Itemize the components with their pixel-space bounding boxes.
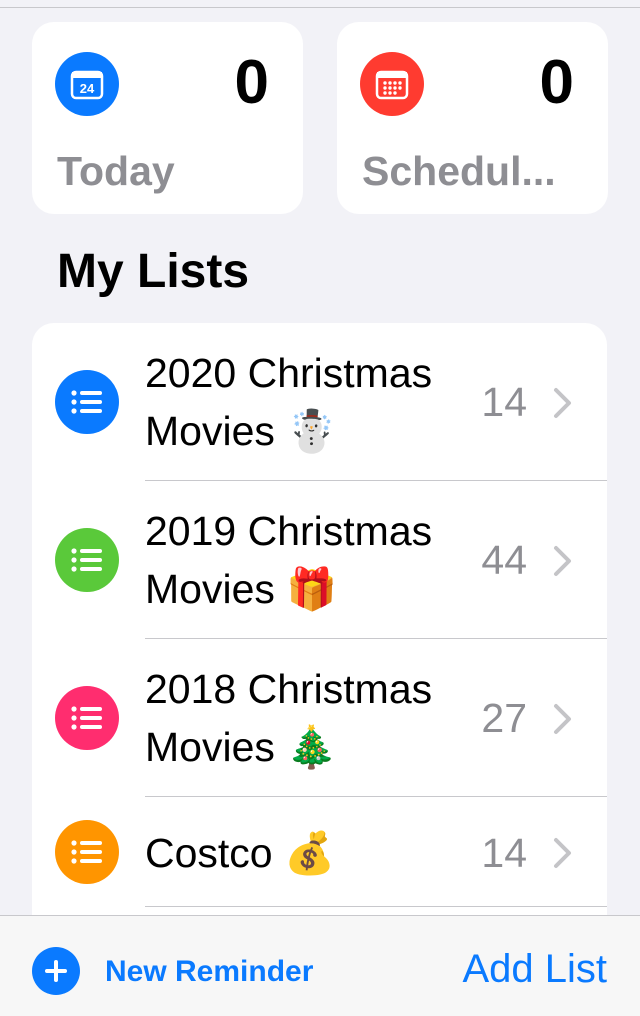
calendar-day-icon: 24 (55, 52, 119, 116)
scheduled-label: Schedul... (362, 148, 556, 194)
scheduled-card[interactable]: 0 Schedul... (337, 22, 608, 214)
list-item[interactable]: Costco 💰 14 (32, 797, 607, 907)
bottom-toolbar: New Reminder Add List (0, 915, 640, 1016)
list-item[interactable]: 2018 Christmas Movies 🎄 27 (32, 639, 607, 797)
today-card[interactable]: 24 0 Today (32, 22, 303, 214)
svg-text:24: 24 (80, 81, 95, 96)
scheduled-count: 0 (539, 48, 574, 117)
chevron-right-icon (554, 838, 571, 868)
today-label: Today (57, 148, 175, 194)
calendar-grid-icon (360, 52, 424, 116)
chevron-right-icon (554, 388, 571, 418)
list-name: 2019 Christmas Movies 🎁 (145, 508, 433, 612)
top-divider (0, 7, 640, 8)
chevron-right-icon (554, 704, 571, 734)
section-title-my-lists: My Lists (57, 245, 250, 298)
list-bullet-icon (55, 686, 119, 750)
list-name: Costco 💰 (145, 830, 336, 876)
list-name: 2020 Christmas Movies ☃️ (145, 350, 433, 454)
list-count: 14 (481, 830, 527, 876)
list-item[interactable]: 2019 Christmas Movies 🎁 44 (32, 481, 607, 639)
chevron-right-icon (554, 546, 571, 576)
list-bullet-icon (55, 370, 119, 434)
list-count: 44 (481, 537, 527, 583)
list-item[interactable]: 2020 Christmas Movies ☃️ 14 (32, 323, 607, 481)
my-lists-group: 2020 Christmas Movies ☃️ 14 2019 Christm… (32, 323, 607, 963)
list-name: 2018 Christmas Movies 🎄 (145, 666, 433, 770)
plus-circle-icon[interactable] (32, 947, 80, 995)
today-count: 0 (234, 48, 269, 117)
list-bullet-icon (55, 528, 119, 592)
list-count: 27 (481, 695, 527, 741)
add-list-button[interactable]: Add List (462, 944, 607, 994)
row-divider (145, 906, 607, 907)
new-reminder-button[interactable]: New Reminder (105, 952, 313, 992)
list-count: 14 (481, 379, 527, 425)
list-bullet-icon (55, 820, 119, 884)
